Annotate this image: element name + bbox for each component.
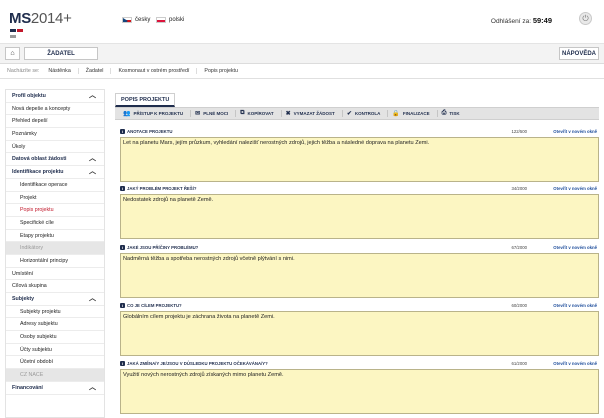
delete-request-button[interactable]: ✖ VYMAZAT ŽÁDOST xyxy=(280,110,342,117)
info-icon: i xyxy=(120,186,125,191)
sidebar-item-ucty-subjektu[interactable]: Účty subjektu xyxy=(6,344,104,357)
sidebar-item-osoby-subjektu[interactable]: Osoby subjektu xyxy=(6,331,104,344)
chevron-up-icon: ︿ xyxy=(89,168,96,176)
breadcrumb-item-nastenka[interactable]: Nástěnka xyxy=(41,68,77,74)
print-button[interactable]: ⎙ TISK xyxy=(436,110,467,117)
breadcrumb-item-zadatel[interactable]: Žadatel xyxy=(77,68,111,74)
anotace-textarea[interactable]: Let na planetu Mars, jejím průzkum, vyhl… xyxy=(120,137,599,182)
sidebar-item-financovani[interactable]: Financování ︿ xyxy=(6,382,104,395)
field-ocekavane-zmeny: i JAKÁ ZMĚNA/Y JE/JSOU V DŮSLEDKU PROJEK… xyxy=(120,360,599,414)
mail-icon: ✉ xyxy=(195,111,201,117)
sidebar-item-datova-oblast[interactable]: Datová oblast žádosti ︿ xyxy=(6,153,104,167)
char-counter: 122/500 xyxy=(511,129,527,134)
copy-button[interactable]: ⧉ KOPÍROVAT xyxy=(235,110,280,117)
field-jaky-problem: i JAKÝ PROBLÉM PROJEKT ŘEŠÍ? 34/2000 Ote… xyxy=(120,185,599,239)
check-button[interactable]: ✔ KONTROLA xyxy=(341,110,388,117)
char-counter: 34/2000 xyxy=(511,186,527,191)
open-in-new-window-link[interactable]: Otevřít v novém okně xyxy=(553,186,597,191)
open-in-new-window-link[interactable]: Otevřít v novém okně xyxy=(553,303,597,308)
sidebar-item-profil-objektu[interactable]: Profil objektu ︿ xyxy=(6,90,104,103)
chevron-up-icon: ︿ xyxy=(89,92,96,99)
char-counter: 60/2000 xyxy=(511,303,527,308)
sidebar-item-ucetni-obdobi[interactable]: Účetní období xyxy=(6,356,104,370)
field-title: CO JE CÍLEM PROJEKTU? xyxy=(127,303,182,308)
help-button[interactable]: NÁPOVĚDA xyxy=(559,47,599,60)
sidebar-item-projekt[interactable]: Projekt xyxy=(6,192,104,205)
sidebar: Profil objektu ︿ Nová depeše a koncepty P… xyxy=(5,89,105,418)
sidebar-item-adresy-subjektu[interactable]: Adresy subjektu xyxy=(6,318,104,332)
breadcrumb-item-current: Popis projektu xyxy=(196,68,245,74)
logout-timer: Odhlášení za: 59:49 xyxy=(490,16,552,25)
field-title: ANOTACE PROJEKTU xyxy=(127,129,173,134)
home-button[interactable]: ⌂ xyxy=(5,47,20,60)
power-of-attorney-button[interactable]: ✉ PLNÉ MOCI xyxy=(190,110,235,117)
sidebar-item-subjekty-projektu[interactable]: Subjekty projektu xyxy=(6,306,104,319)
sidebar-item-horizontalni-principy[interactable]: Horizontální principy xyxy=(6,255,104,268)
copy-icon: ⧉ xyxy=(240,110,245,116)
action-bar: 👥 PŘÍSTUP K PROJEKTU ✉ PLNÉ MOCI ⧉ KOPÍROVA… xyxy=(115,107,599,120)
delete-icon: ✖ xyxy=(285,111,291,117)
chevron-up-icon: ︿ xyxy=(89,295,96,302)
toolbar-row: ⌂ ŽADATEL NÁPOVĚDA xyxy=(0,44,604,64)
priciny-textarea[interactable]: Nadměrná těžba a spotřeba nerostných zdr… xyxy=(120,253,599,298)
sidebar-item-specificke-cile[interactable]: Specifické cíle xyxy=(6,217,104,230)
chevron-up-icon: ︿ xyxy=(89,155,96,163)
field-priciny-problemu: i JAKÉ JSOU PŘÍČINY PROBLÉMU? 67/2000 Ot… xyxy=(120,244,599,298)
lang-czech-link[interactable]: česky xyxy=(122,17,150,23)
info-icon: i xyxy=(120,245,125,250)
breadcrumb-label: Nacházíte se: xyxy=(7,68,40,74)
problem-textarea[interactable]: Nedostatek zdrojů na planetě Země. xyxy=(120,194,599,239)
main-content: POPIS PROJEKTU 👥 PŘÍSTUP K PROJEKTU ✉ PLNÉ… xyxy=(115,89,599,418)
info-icon: i xyxy=(120,303,125,308)
sidebar-item-etapy-projektu[interactable]: Etapy projektu xyxy=(6,230,104,243)
users-icon: 👥 xyxy=(123,111,131,117)
logo: MS2014+ xyxy=(9,10,72,27)
lock-icon: 🔒 xyxy=(392,111,400,117)
sidebar-item-nova-depese[interactable]: Nová depeše a koncepty xyxy=(6,103,104,116)
print-icon: ⎙ xyxy=(441,110,447,116)
field-title: JAKÉ JSOU PŘÍČINY PROBLÉMU? xyxy=(127,245,199,250)
sidebar-item-identifikace-operace[interactable]: Identifikace operace xyxy=(6,179,104,192)
chevron-up-icon: ︿ xyxy=(89,383,96,391)
logo-stripe xyxy=(10,28,30,38)
info-icon: i xyxy=(120,129,125,134)
sidebar-item-umisteni[interactable]: Umístění xyxy=(6,268,104,281)
breadcrumb: Nacházíte se: Nástěnka Žadatel Kosmonaut… xyxy=(0,64,604,79)
field-title: JAKÁ ZMĚNA/Y JE/JSOU V DŮSLEDKU PROJEKTU… xyxy=(127,361,268,366)
cil-textarea[interactable]: Globálním cílem projektu je záchrana živ… xyxy=(120,311,599,356)
sidebar-item-poznamky[interactable]: Poznámky xyxy=(6,128,104,141)
info-icon: i xyxy=(120,361,125,366)
lang-polish-link[interactable]: polski xyxy=(156,17,184,23)
sidebar-item-cz-nace: CZ NACE xyxy=(6,369,104,382)
home-icon: ⌂ xyxy=(10,50,15,57)
sidebar-item-identifikace-projektu[interactable]: Identifikace projektu ︿ xyxy=(6,166,104,179)
field-title: JAKÝ PROBLÉM PROJEKT ŘEŠÍ? xyxy=(127,186,197,191)
breadcrumb-item-project[interactable]: Kosmonaut v ostrém prostředí xyxy=(110,68,196,74)
polish-flag-icon xyxy=(156,17,166,23)
sidebar-item-subjekty[interactable]: Subjekty ︿ xyxy=(6,293,104,306)
char-counter: 67/2000 xyxy=(511,245,527,250)
open-in-new-window-link[interactable]: Otevřít v novém okně xyxy=(553,129,597,134)
open-in-new-window-link[interactable]: Otevřít v novém okně xyxy=(553,245,597,250)
sidebar-item-indikatory: Indikátory xyxy=(6,242,104,255)
top-bar: MS2014+ česky polski Odhlášení za: 59:49… xyxy=(0,0,604,44)
sidebar-item-prehled-depesi[interactable]: Přehled depeší xyxy=(6,115,104,129)
field-anotace-projektu: i ANOTACE PROJEKTU 122/500 Otevřít v nov… xyxy=(120,128,599,182)
czech-flag-icon xyxy=(122,17,132,23)
access-project-button[interactable]: 👥 PŘÍSTUP K PROJEKTU xyxy=(119,110,190,117)
char-counter: 61/2000 xyxy=(511,361,527,366)
finalize-button[interactable]: 🔒 FINALIZACE xyxy=(387,110,436,117)
sidebar-item-cilova-skupina[interactable]: Cílová skupina xyxy=(6,280,104,293)
sidebar-item-ukoly[interactable]: Úkoly xyxy=(6,141,104,154)
zadatel-button[interactable]: ŽADATEL xyxy=(24,47,98,60)
tab-popis-projektu[interactable]: POPIS PROJEKTU xyxy=(115,93,176,107)
power-icon[interactable]: ⏻ xyxy=(579,12,592,25)
zmeny-textarea[interactable]: Využití nových nerostných zdrojů získaný… xyxy=(120,369,599,414)
sidebar-item-popis-projektu[interactable]: Popis projektu xyxy=(6,204,104,217)
open-in-new-window-link[interactable]: Otevřít v novém okně xyxy=(553,361,597,366)
field-cil-projektu: i CO JE CÍLEM PROJEKTU? 60/2000 Otevřít … xyxy=(120,302,599,356)
check-icon: ✔ xyxy=(346,111,352,117)
